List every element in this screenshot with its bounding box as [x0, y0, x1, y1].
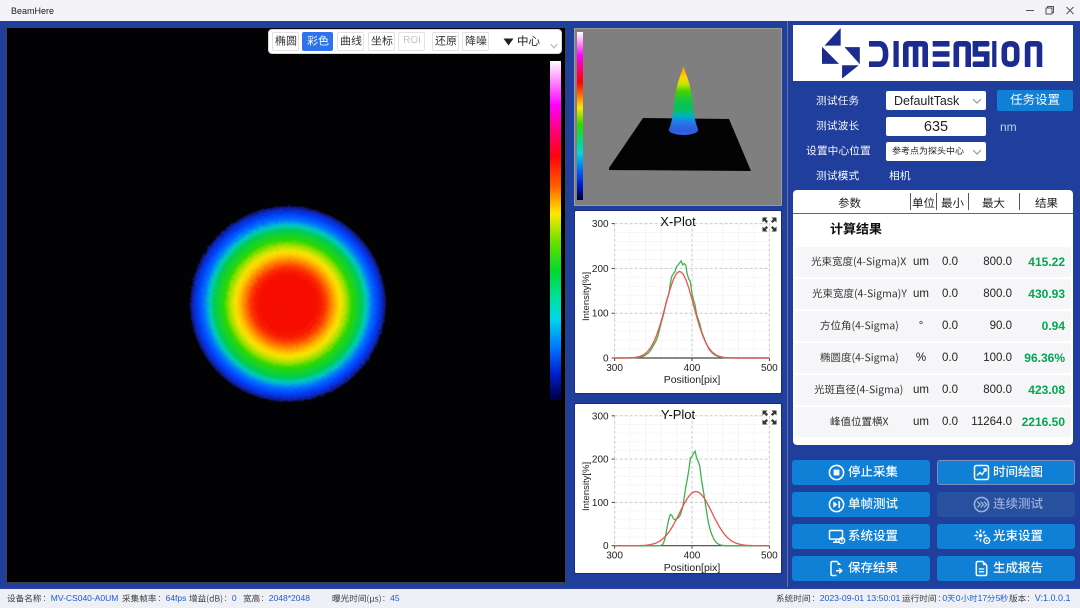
svg-text:Position[pix]: Position[pix] — [664, 562, 721, 573]
svg-text:300: 300 — [592, 411, 609, 422]
svg-text:100: 100 — [592, 309, 609, 320]
svg-text:Y-Plot: Y-Plot — [661, 407, 696, 422]
svg-text:400: 400 — [684, 551, 701, 562]
svg-text:500: 500 — [761, 363, 778, 374]
svg-text:Position[pix]: Position[pix] — [664, 374, 721, 386]
svg-text:300: 300 — [606, 363, 623, 374]
svg-text:Intensity[%]: Intensity[%] — [581, 462, 592, 511]
svg-text:300: 300 — [606, 551, 623, 562]
svg-text:500: 500 — [761, 551, 778, 562]
svg-text:X-Plot: X-Plot — [660, 214, 696, 229]
svg-text:400: 400 — [684, 363, 701, 374]
svg-text:Intensity[%]: Intensity[%] — [581, 272, 592, 321]
svg-text:300: 300 — [592, 219, 609, 230]
svg-text:200: 200 — [592, 264, 609, 275]
svg-text:100: 100 — [592, 498, 609, 509]
svg-text:200: 200 — [592, 455, 609, 466]
